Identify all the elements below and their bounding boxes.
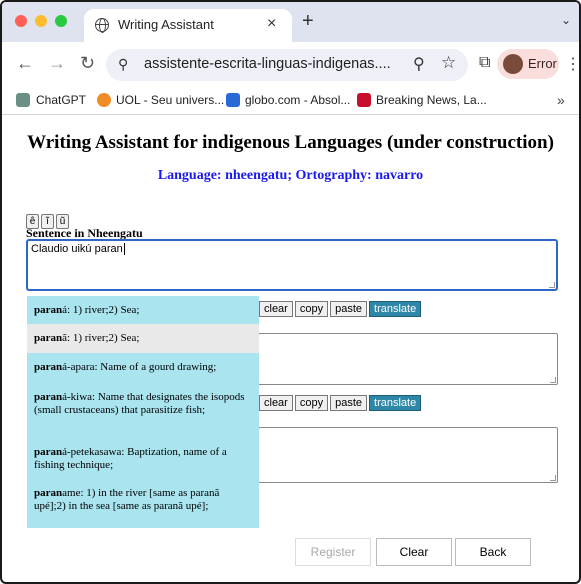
browser-tab[interactable]: Writing Assistant × bbox=[84, 9, 292, 42]
translation-output[interactable] bbox=[258, 333, 558, 385]
resize-grip[interactable] bbox=[550, 377, 556, 383]
chatgpt-icon bbox=[16, 93, 30, 107]
suggestion-item[interactable]: paraná-apara: Name of a gourd drawing; bbox=[27, 353, 259, 383]
globe-icon bbox=[95, 18, 109, 33]
new-tab-button[interactable]: + bbox=[302, 11, 314, 31]
resize-grip[interactable] bbox=[549, 282, 555, 288]
bookmark-globo[interactable]: globo.com - Absol... bbox=[245, 93, 350, 107]
minimize-window-button[interactable] bbox=[35, 15, 47, 27]
zoom-icon[interactable]: ⚲ bbox=[413, 54, 425, 74]
url-text: assistente-escrita-linguas-indigenas.... bbox=[144, 56, 391, 72]
cnn-icon bbox=[357, 93, 371, 107]
sentence-text: Claudio uikú paran bbox=[31, 243, 123, 255]
tab-search-button[interactable]: ⌄ bbox=[561, 13, 571, 27]
tab-strip: Writing Assistant × + ⌄ bbox=[2, 2, 579, 42]
maximize-window-button[interactable] bbox=[55, 15, 67, 27]
more-menu-icon[interactable]: ⋮ bbox=[565, 54, 579, 74]
paste-button[interactable]: paste bbox=[330, 301, 368, 317]
avatar bbox=[503, 54, 523, 74]
copy-button[interactable]: copy bbox=[294, 301, 329, 317]
resize-grip[interactable] bbox=[550, 475, 556, 481]
third-textarea[interactable] bbox=[258, 427, 558, 483]
close-tab-icon[interactable]: × bbox=[267, 15, 276, 33]
bookmark-star-icon[interactable]: ☆ bbox=[441, 53, 456, 73]
suggestion-item[interactable]: paraná-kiwa: Name that designates the is… bbox=[27, 383, 259, 437]
suggestion-item[interactable]: paraná: 1) river;2) Sea; bbox=[27, 296, 259, 324]
translation-button-row: clear copy paste translate bbox=[259, 395, 423, 411]
bookmark-cnn[interactable]: Breaking News, La... bbox=[376, 93, 487, 107]
suggestion-item-highlighted[interactable]: paranã: 1) river;2) Sea; bbox=[27, 324, 259, 353]
back-arrow-icon[interactable]: ← bbox=[16, 54, 34, 72]
reload-icon[interactable]: ↻ bbox=[80, 54, 95, 72]
suggestion-item[interactable]: paraná-petekasawa: Baptization, name of … bbox=[27, 437, 259, 481]
register-button[interactable]: Register bbox=[295, 538, 371, 566]
profile-button[interactable]: Error bbox=[497, 49, 559, 79]
sentence-input[interactable]: Claudio uikú paran​ bbox=[26, 239, 558, 291]
suggestion-item[interactable]: paraname: 1) in the river [same as paran… bbox=[27, 481, 259, 528]
site-settings-icon[interactable]: ⚲ bbox=[118, 56, 128, 73]
clear-button-2[interactable]: clear bbox=[259, 395, 293, 411]
copy-button-2[interactable]: copy bbox=[294, 395, 329, 411]
browser-toolbar: ← → ↻ ⚲ assistente-escrita-linguas-indig… bbox=[2, 42, 579, 88]
bookmarks-bar: ChatGPT UOL - Seu univers... globo.com -… bbox=[2, 88, 579, 115]
bookmark-chatgpt[interactable]: ChatGPT bbox=[36, 93, 86, 107]
close-window-button[interactable] bbox=[15, 15, 27, 27]
page-subtitle: Language: nheengatu; Ortography: navarro bbox=[157, 168, 424, 183]
translate-button[interactable]: translate bbox=[369, 301, 422, 317]
page-title: Writing Assistant for indigenous Languag… bbox=[27, 132, 554, 153]
autocomplete-dropdown: paraná: 1) river;2) Sea; paranã: 1) rive… bbox=[27, 296, 259, 528]
profile-status: Error bbox=[528, 56, 557, 71]
uol-icon bbox=[97, 93, 111, 107]
browser-window: Writing Assistant × + ⌄ ← → ↻ ⚲ assisten… bbox=[0, 0, 581, 584]
clear-all-button[interactable]: Clear bbox=[376, 538, 452, 566]
globo-icon bbox=[226, 93, 240, 107]
translate-button-2[interactable]: translate bbox=[369, 395, 422, 411]
forward-arrow-icon[interactable]: → bbox=[48, 54, 66, 72]
paste-button-2[interactable]: paste bbox=[330, 395, 368, 411]
extensions-icon[interactable]: ⧉ bbox=[479, 54, 490, 72]
back-button[interactable]: Back bbox=[455, 538, 531, 566]
text-cursor: ​ bbox=[123, 243, 125, 255]
tab-title: Writing Assistant bbox=[118, 17, 214, 32]
more-bookmarks-icon[interactable]: » bbox=[557, 92, 565, 108]
sentence-button-row: clear copy paste translate bbox=[259, 301, 423, 317]
clear-button[interactable]: clear bbox=[259, 301, 293, 317]
bookmark-uol[interactable]: UOL - Seu univers... bbox=[116, 93, 224, 107]
address-bar[interactable]: ⚲ assistente-escrita-linguas-indigenas..… bbox=[106, 49, 468, 81]
